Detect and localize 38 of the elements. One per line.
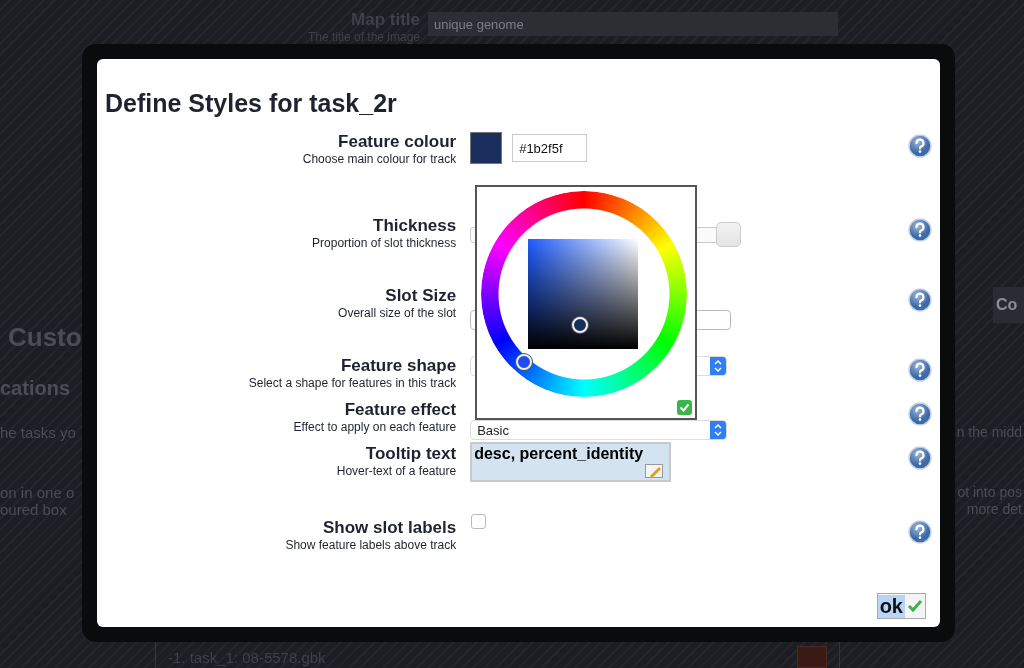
- help-icon[interactable]: [908, 520, 932, 544]
- option-title: Tooltip text: [365, 444, 457, 464]
- dialog-title: Define Styles for task_2r: [105, 89, 398, 118]
- updown-icon: [710, 421, 727, 439]
- help-icon[interactable]: [908, 218, 932, 242]
- tooltip-field[interactable]: desc, percent_identity: [470, 442, 672, 482]
- option-hint: Select a shape for features in this track: [248, 376, 457, 391]
- saturation-square[interactable]: [528, 239, 638, 349]
- option-title: Slot Size: [385, 286, 457, 306]
- help-icon[interactable]: [908, 402, 932, 426]
- checkbox[interactable]: [471, 514, 487, 529]
- option-hint: Choose main colour for track: [302, 152, 457, 167]
- option-hint: Overall size of the slot: [338, 306, 457, 321]
- option-title: Feature colour: [338, 132, 457, 152]
- select-field[interactable]: Basic: [470, 420, 728, 440]
- hex-input[interactable]: #1b2f5f: [512, 134, 588, 162]
- slider-thumb[interactable]: [716, 222, 742, 247]
- action-button[interactable]: Co: [993, 287, 1024, 323]
- option-hint: Proportion of slot thickness: [312, 236, 457, 251]
- option-title: Show slot labels: [322, 518, 457, 538]
- option-title: Thickness: [373, 216, 457, 236]
- shade-marker[interactable]: [572, 317, 588, 333]
- colour-swatch[interactable]: [470, 132, 503, 164]
- updown-icon: [710, 357, 727, 375]
- check-icon: [907, 599, 923, 613]
- pencil-icon: [645, 464, 664, 478]
- ok-button[interactable]: ok: [876, 593, 926, 619]
- option-hint: Effect to apply on each feature: [293, 420, 457, 435]
- help-icon[interactable]: [908, 358, 932, 382]
- option-title: Feature effect: [344, 400, 457, 420]
- option-title: Feature shape: [340, 356, 457, 376]
- hue-marker[interactable]: [516, 354, 532, 370]
- help-icon[interactable]: [908, 288, 932, 312]
- help-icon[interactable]: [908, 446, 932, 470]
- help-icon[interactable]: [908, 134, 932, 158]
- option-hint: Hover-text of a feature: [336, 464, 457, 479]
- confirm-icon[interactable]: [677, 400, 692, 415]
- option-hint: Show feature labels above track: [285, 538, 457, 553]
